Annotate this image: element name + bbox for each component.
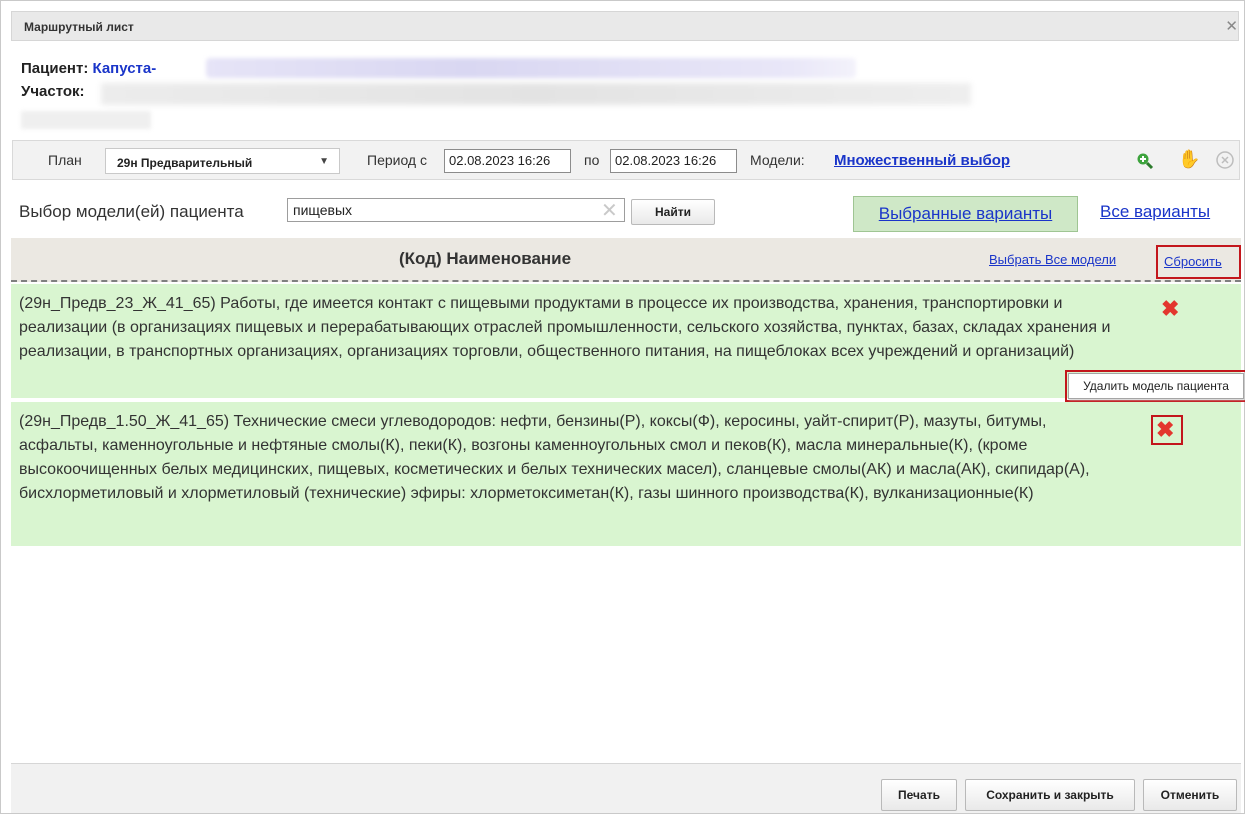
zoom-in-icon[interactable]: [1136, 152, 1154, 175]
find-button[interactable]: Найти: [631, 199, 715, 225]
period-to-label: по: [584, 152, 600, 168]
row-text: (29н_Предв_1.50_Ж_41_65) Технические сме…: [19, 413, 1090, 502]
period-label: Период с: [367, 152, 427, 168]
redacted-patient-name: [206, 58, 856, 78]
window-titlebar: Маршрутный лист ✕: [11, 11, 1239, 41]
hand-icon[interactable]: ✋: [1178, 149, 1200, 170]
district-label: Участок:: [21, 83, 85, 100]
models-label: Модели:: [750, 152, 805, 168]
delete-tooltip: Удалить модель пациента: [1068, 373, 1244, 399]
close-icon[interactable]: ✕: [1225, 17, 1238, 35]
cancel-button[interactable]: Отменить: [1143, 779, 1237, 811]
tab-selected-variants[interactable]: Выбранные варианты: [853, 196, 1078, 232]
redacted-extra: [21, 111, 151, 129]
delete-x-icon[interactable]: ✖: [1156, 419, 1174, 441]
reset-link-frame[interactable]: Сбросить: [1156, 245, 1241, 279]
model-search-label: Выбор модели(ей) пациента: [19, 202, 244, 221]
plan-label: План: [48, 152, 82, 168]
clear-x-icon[interactable]: ✕: [601, 198, 618, 223]
patient-label: Пациент:: [21, 60, 89, 77]
patient-line: Пациент: Капуста-: [21, 60, 156, 77]
select-all-models-link[interactable]: Выбрать Все модели: [989, 252, 1116, 267]
cancel-circle-icon[interactable]: [1215, 150, 1235, 175]
print-button[interactable]: Печать: [881, 779, 957, 811]
route-sheet-window: Маршрутный лист ✕ Пациент: Капуста- Учас…: [0, 0, 1245, 814]
tab-all-variants[interactable]: Все варианты: [1100, 202, 1210, 222]
table-row[interactable]: (29н_Предв_1.50_Ж_41_65) Технические сме…: [11, 402, 1241, 546]
model-search-input[interactable]: [287, 198, 625, 222]
column-header-name: (Код) Наименование: [399, 249, 572, 268]
patient-name: Капуста-: [92, 60, 157, 77]
reset-link[interactable]: Сбросить: [1164, 254, 1222, 269]
table-row[interactable]: (29н_Предв_23_Ж_41_65) Работы, где имеет…: [11, 284, 1241, 398]
table-header: (Код) Наименование Выбрать Все модели: [11, 238, 1241, 282]
models-multiselect-link[interactable]: Множественный выбор: [834, 152, 1010, 169]
date-from-field[interactable]: 02.08.2023 16:26: [444, 149, 571, 173]
plan-select[interactable]: 29н Предварительный ▼: [105, 148, 340, 174]
row-text: (29н_Предв_23_Ж_41_65) Работы, где имеет…: [19, 295, 1111, 360]
date-to-field[interactable]: 02.08.2023 16:26: [610, 149, 737, 173]
window-title: Маршрутный лист: [24, 20, 134, 34]
plan-select-value: 29н Предварительный: [117, 156, 253, 170]
tab-selected-label: Выбранные варианты: [878, 204, 1053, 223]
save-close-button[interactable]: Сохранить и закрыть: [965, 779, 1135, 811]
delete-x-icon[interactable]: ✖: [1161, 298, 1179, 320]
redacted-district: [101, 83, 971, 105]
chevron-down-icon: ▼: [319, 156, 329, 167]
